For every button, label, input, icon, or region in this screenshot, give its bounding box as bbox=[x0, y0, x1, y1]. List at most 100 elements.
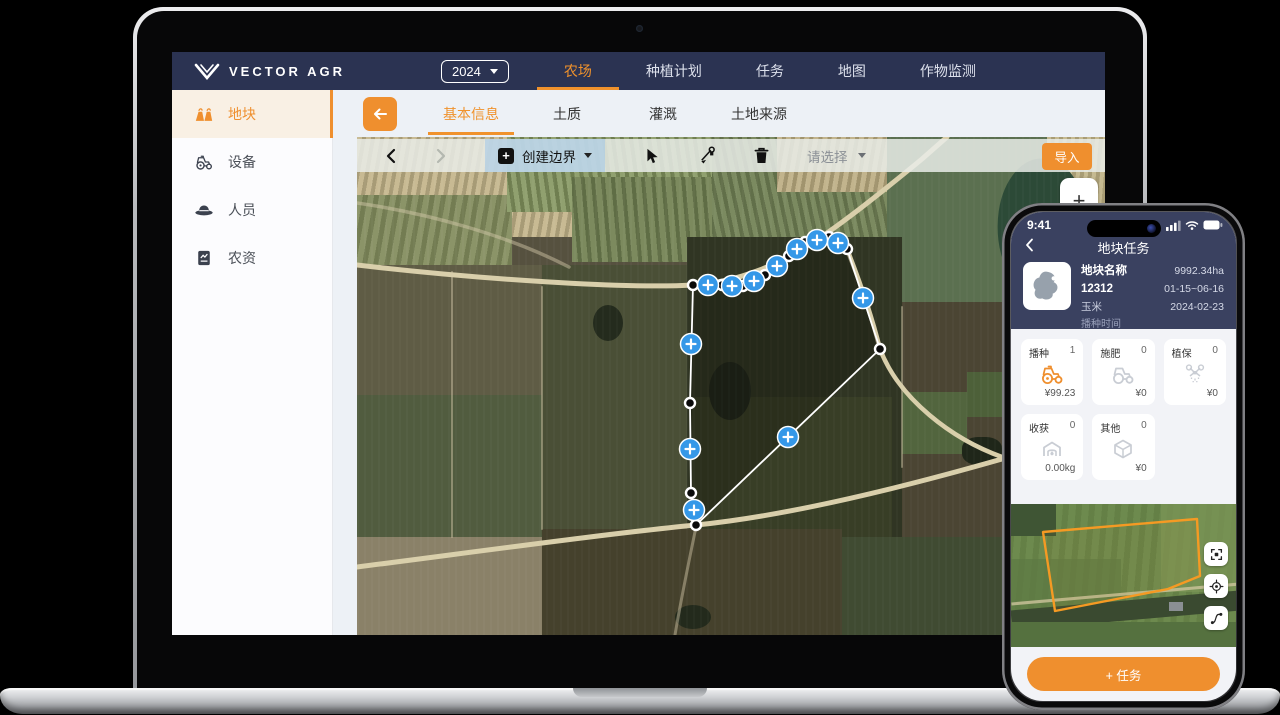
focus-icon bbox=[1209, 547, 1224, 562]
cube-icon bbox=[1100, 435, 1146, 463]
chevron-left-icon bbox=[385, 148, 397, 164]
boundary-midpoint-add-handle[interactable] bbox=[853, 288, 874, 309]
task-cards: 播种1 ¥99.23 施肥0 ¥0 植保 0 bbox=[1021, 339, 1226, 480]
boundary-vertex-handle[interactable] bbox=[685, 398, 695, 408]
plot-select-dropdown[interactable]: 请选择 bbox=[807, 146, 866, 166]
route-button[interactable] bbox=[1204, 606, 1228, 630]
tab-basic-info[interactable]: 基本信息 bbox=[423, 90, 519, 137]
task-card-fertilize[interactable]: 施肥0 ¥0 bbox=[1092, 339, 1154, 405]
phone-page-title: 地块任务 bbox=[1011, 238, 1236, 257]
logo-icon bbox=[194, 63, 220, 80]
nav-item-crop-monitor[interactable]: 作物监测 bbox=[893, 52, 1003, 90]
battery-icon bbox=[1203, 220, 1223, 230]
warehouse-icon bbox=[1029, 435, 1075, 463]
nav-item-farm[interactable]: 农场 bbox=[537, 52, 619, 90]
boundary-midpoint-add-handle[interactable] bbox=[778, 427, 799, 448]
task-card-protection[interactable]: 植保0 ¥0 bbox=[1164, 339, 1226, 405]
caret-down-icon bbox=[584, 153, 592, 158]
nav-item-planting-plan[interactable]: 种植计划 bbox=[619, 52, 729, 90]
status-time: 9:41 bbox=[1027, 218, 1051, 232]
card-label: 植保 bbox=[1172, 345, 1192, 360]
arrow-left-icon bbox=[371, 105, 389, 123]
boundary-vertex-handle[interactable] bbox=[688, 280, 698, 290]
dynamic-island bbox=[1087, 220, 1161, 237]
plots-icon bbox=[194, 104, 214, 124]
card-label: 收获 bbox=[1029, 420, 1049, 435]
undo-button[interactable] bbox=[385, 148, 397, 164]
redo-button[interactable] bbox=[435, 148, 447, 164]
phone-mockup: 9:41 地块任务 bbox=[1002, 203, 1245, 710]
create-boundary-label: 创建边界 bbox=[522, 146, 576, 166]
boundary-midpoint-add-handle[interactable] bbox=[684, 500, 705, 521]
locate-button[interactable] bbox=[1204, 574, 1228, 598]
phone-header: 9:41 地块任务 bbox=[1011, 212, 1236, 329]
boundary-midpoint-add-handle[interactable] bbox=[744, 271, 765, 292]
fit-bounds-button[interactable] bbox=[1204, 542, 1228, 566]
satellite-map[interactable]: + 创建边界 请选择 bbox=[357, 137, 1105, 635]
sidebar-item-personnel[interactable]: 人员 bbox=[172, 186, 332, 234]
boundary-midpoint-add-handle[interactable] bbox=[787, 239, 808, 260]
plot-sowing-date: 2024-02-23 bbox=[1164, 298, 1224, 316]
wifi-icon bbox=[1185, 220, 1199, 230]
stage: VECTOR AGR 2024 农场 种植计划 任务 地图 作物监测 地块 bbox=[0, 0, 1280, 715]
cursor-arrow-icon bbox=[643, 147, 659, 165]
phone-map[interactable] bbox=[1011, 504, 1236, 647]
seeder-icon bbox=[1100, 360, 1146, 388]
boundary-midpoint-add-handle[interactable] bbox=[807, 230, 828, 251]
sidebar-item-label: 人员 bbox=[228, 200, 256, 220]
sidebar-item-supplies[interactable]: 农资 bbox=[172, 234, 332, 282]
task-card-other[interactable]: 其他 0 ¥0 bbox=[1092, 414, 1154, 480]
boundary-midpoint-add-handle[interactable] bbox=[722, 276, 743, 297]
sidebar-item-label: 农资 bbox=[228, 248, 256, 268]
boundary-midpoint-add-handle[interactable] bbox=[680, 439, 701, 460]
create-boundary-button[interactable]: + 创建边界 bbox=[485, 139, 605, 172]
sidebar-item-label: 设备 bbox=[228, 152, 256, 172]
boundary-vertex-handle[interactable] bbox=[691, 520, 701, 530]
sidebar-item-plots[interactable]: 地块 bbox=[172, 90, 332, 138]
delete-tool[interactable] bbox=[754, 147, 769, 164]
phone-back-button[interactable] bbox=[1025, 238, 1034, 255]
card-count: 1 bbox=[1070, 345, 1076, 360]
caret-down-icon bbox=[858, 153, 866, 158]
camera-dot-icon bbox=[1147, 224, 1156, 233]
tab-soil[interactable]: 土质 bbox=[519, 90, 615, 137]
sidebar-item-equipment[interactable]: 设备 bbox=[172, 138, 332, 186]
card-count: 0 bbox=[1141, 420, 1147, 435]
card-value: 0.00kg bbox=[1029, 463, 1075, 474]
import-button[interactable]: 导入 bbox=[1042, 143, 1092, 170]
boundary-vertex-handle[interactable] bbox=[875, 344, 885, 354]
caret-down-icon bbox=[490, 69, 498, 74]
back-button[interactable] bbox=[363, 97, 397, 131]
task-card-harvest[interactable]: 收获 0 0.00kg bbox=[1021, 414, 1083, 480]
tab-bar: 基本信息 土质 灌溉 土地来源 bbox=[333, 90, 1105, 137]
boundary-vertex-handle[interactable] bbox=[686, 488, 696, 498]
card-count: 0 bbox=[1141, 345, 1147, 360]
draw-polyline-tool[interactable] bbox=[697, 146, 716, 165]
boundary-midpoint-add-handle[interactable] bbox=[698, 275, 719, 296]
phone-field-polygon[interactable] bbox=[1043, 519, 1200, 611]
route-icon bbox=[1209, 611, 1224, 626]
sidebar-item-label: 地块 bbox=[228, 104, 256, 124]
task-card-sowing[interactable]: 播种1 ¥99.23 bbox=[1021, 339, 1083, 405]
plot-thumbnail[interactable] bbox=[1023, 262, 1071, 310]
boundary-midpoint-add-handle[interactable] bbox=[767, 256, 788, 277]
nav-item-map[interactable]: 地图 bbox=[811, 52, 893, 90]
locate-icon bbox=[1209, 579, 1224, 594]
tab-land-source[interactable]: 土地来源 bbox=[711, 90, 807, 137]
tab-irrigation[interactable]: 灌溉 bbox=[615, 90, 711, 137]
card-label: 其他 bbox=[1100, 420, 1120, 435]
card-value: ¥0 bbox=[1100, 463, 1146, 474]
plot-summary-left: 地块名称12312 玉米 播种时间 bbox=[1081, 262, 1154, 334]
boundary-midpoint-add-handle[interactable] bbox=[828, 233, 849, 254]
select-cursor-tool[interactable] bbox=[643, 147, 659, 165]
app-logo: VECTOR AGR bbox=[172, 63, 345, 80]
year-select[interactable]: 2024 bbox=[441, 60, 509, 83]
nav-item-tasks[interactable]: 任务 bbox=[729, 52, 811, 90]
card-count: 0 bbox=[1070, 420, 1076, 435]
tractor-icon bbox=[1029, 360, 1075, 388]
add-task-button[interactable]: + 任务 bbox=[1027, 657, 1220, 691]
polyline-tool-icon bbox=[697, 146, 716, 165]
plot-summary-right: 9992.34ha 01-15~06-16 2024-02-23 bbox=[1164, 262, 1224, 334]
top-nav: 农场 种植计划 任务 地图 作物监测 bbox=[537, 52, 1003, 90]
boundary-midpoint-add-handle[interactable] bbox=[681, 334, 702, 355]
